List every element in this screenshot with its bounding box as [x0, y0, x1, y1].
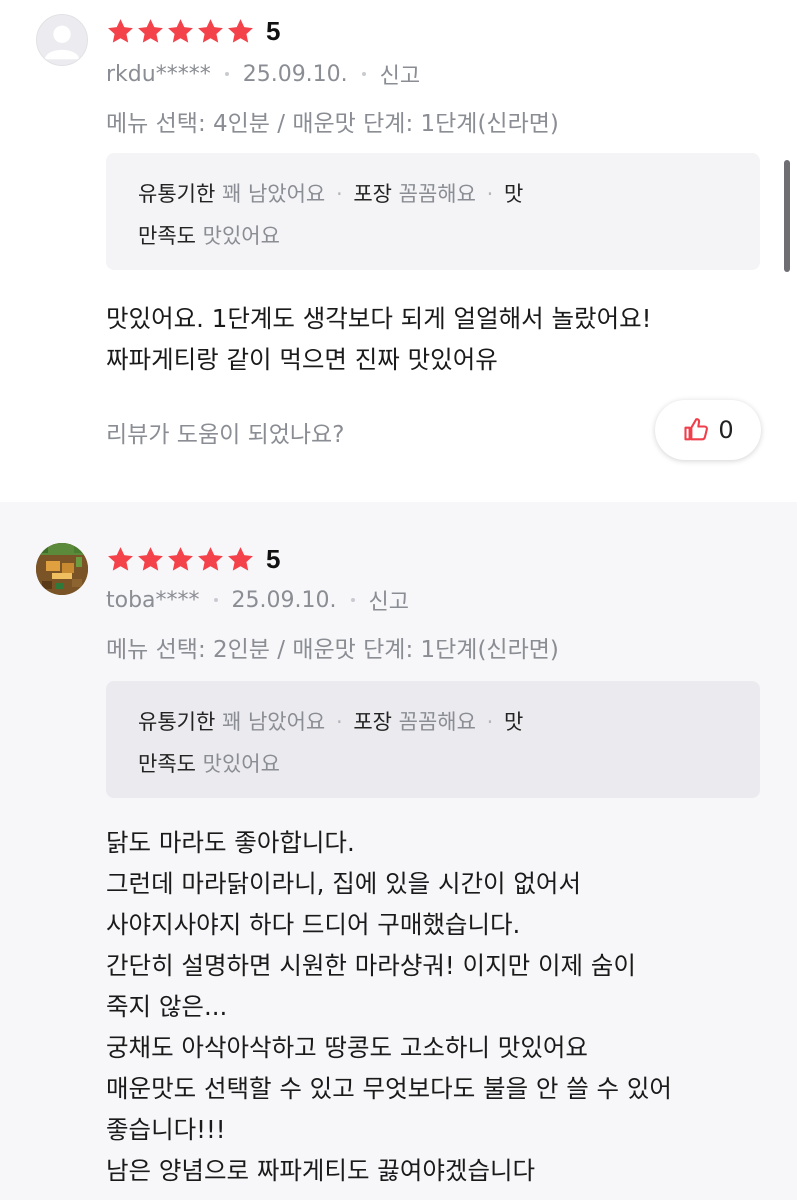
scrollbar[interactable]	[784, 160, 790, 272]
attribute-key: 포장	[353, 182, 392, 206]
attribute-value: 꽤 남았어요	[221, 182, 326, 206]
attribute-key: 맛	[503, 710, 524, 734]
review-body: 닭도 마라도 좋아합니다. 그런데 마라닭이라니, 집에 있을 시간이 없어서 …	[106, 822, 672, 1191]
meta-separator	[361, 72, 366, 76]
like-button[interactable]: 0	[655, 400, 761, 460]
review-meta: toba**** 25.09.10. 신고	[106, 584, 409, 616]
rating-score: 5	[266, 16, 281, 46]
meta-separator	[224, 72, 229, 76]
attribute-key: 만족도	[138, 224, 196, 248]
thumbs-up-icon	[684, 418, 709, 441]
rating-score: 5	[266, 544, 281, 574]
review-body-line: 짜파게티랑 같이 먹으면 진짜 맛있어유	[106, 345, 498, 374]
meta-separator	[350, 598, 355, 602]
review-body-line: 매운맛도 선택할 수 있고 무엇보다도 불을 안 쓸 수 있어	[106, 1074, 672, 1103]
review-body: 맛있어요. 1단계도 생각보다 되게 얼얼해서 놀랐어요! 짜파게티랑 같이 먹…	[106, 298, 651, 380]
attribute-key: 유통기한	[138, 710, 216, 734]
menu-selection: 메뉴 선택: 2인분 / 매운맛 단계: 1단계(신라면)	[106, 637, 559, 663]
star-rating: 5	[106, 16, 280, 47]
attribute-row: 유통기한 꽤 남았어요 · 포장 꼼꼼해요 · 맛	[138, 701, 728, 743]
attribute-key: 유통기한	[138, 182, 216, 206]
star-icon	[228, 547, 253, 571]
review-body-line: 간단히 설명하면 시원한 마라샹궈! 이지만 이제 숨이	[106, 951, 636, 980]
star-rating: 5	[106, 544, 280, 575]
star-icon	[108, 547, 133, 571]
review-attributes: 유통기한 꽤 남았어요 · 포장 꼼꼼해요 · 맛 만족도 맛있어요	[106, 153, 760, 270]
report-link[interactable]: 신고	[380, 58, 420, 90]
review-meta: rkdu***** 25.09.10. 신고	[106, 58, 420, 90]
star-icon	[138, 547, 163, 571]
review-body-line: 그런데 마라닭이라니, 집에 있을 시간이 없어서	[106, 869, 581, 898]
attribute-separator: ·	[335, 182, 343, 206]
review-body-line: 닭도 마라도 좋아합니다.	[106, 828, 355, 857]
review-date: 25.09.10.	[231, 587, 337, 613]
attribute-row: 만족도 맛있어요	[138, 215, 728, 257]
review-body-line: 남은 양념으로 짜파게티도 끓여야겠습니다	[106, 1156, 536, 1185]
star-icon	[168, 547, 193, 571]
like-count: 0	[718, 416, 734, 444]
attribute-value: 꼼꼼해요	[398, 710, 476, 734]
username: toba****	[106, 587, 200, 613]
game-pixel-avatar-icon	[36, 543, 88, 595]
attribute-separator: ·	[486, 710, 494, 734]
review-body-line: 좋습니다!!!	[106, 1115, 226, 1144]
attribute-key: 맛	[503, 182, 524, 206]
attribute-separator: ·	[335, 710, 343, 734]
attribute-value: 꼼꼼해요	[398, 182, 476, 206]
review-body-line: 사야지사야지 하다 드디어 구매했습니다.	[106, 910, 521, 939]
attribute-row: 유통기한 꽤 남았어요 · 포장 꼼꼼해요 · 맛	[138, 173, 728, 215]
review-card: 5 rkdu***** 25.09.10. 신고 메뉴 선택: 4인분 / 매운…	[0, 0, 797, 502]
attribute-value: 맛있어요	[202, 224, 280, 248]
username: rkdu*****	[106, 61, 211, 87]
user-avatar	[36, 14, 88, 66]
attribute-key: 포장	[353, 710, 392, 734]
attribute-value: 꽤 남았어요	[221, 710, 326, 734]
attribute-value: 맛있어요	[202, 752, 280, 776]
star-icon	[108, 19, 133, 43]
attribute-separator: ·	[486, 182, 494, 206]
report-link[interactable]: 신고	[369, 584, 409, 616]
helpful-question: 리뷰가 도움이 되었나요?	[106, 422, 345, 448]
default-user-icon	[44, 25, 80, 60]
star-icon	[168, 19, 193, 43]
attribute-row: 만족도 맛있어요	[138, 743, 728, 785]
review-body-line: 죽지 않은...	[106, 992, 228, 1021]
star-icon	[198, 19, 223, 43]
menu-selection: 메뉴 선택: 4인분 / 매운맛 단계: 1단계(신라면)	[106, 111, 559, 137]
attribute-key: 만족도	[138, 752, 196, 776]
review-date: 25.09.10.	[242, 61, 348, 87]
star-icon	[138, 19, 163, 43]
review-body-line: 맛있어요. 1단계도 생각보다 되게 얼얼해서 놀랐어요!	[106, 304, 652, 333]
user-avatar	[36, 543, 88, 595]
star-icon	[198, 547, 223, 571]
review-body-line: 궁채도 아삭아삭하고 땅콩도 고소하니 맛있어요	[106, 1033, 588, 1062]
review-card: 5 toba**** 25.09.10. 신고 메뉴 선택: 2인분 / 매운맛…	[0, 502, 797, 1200]
meta-separator	[213, 598, 218, 602]
star-icon	[228, 19, 253, 43]
review-attributes: 유통기한 꽤 남았어요 · 포장 꼼꼼해요 · 맛 만족도 맛있어요	[106, 681, 760, 798]
